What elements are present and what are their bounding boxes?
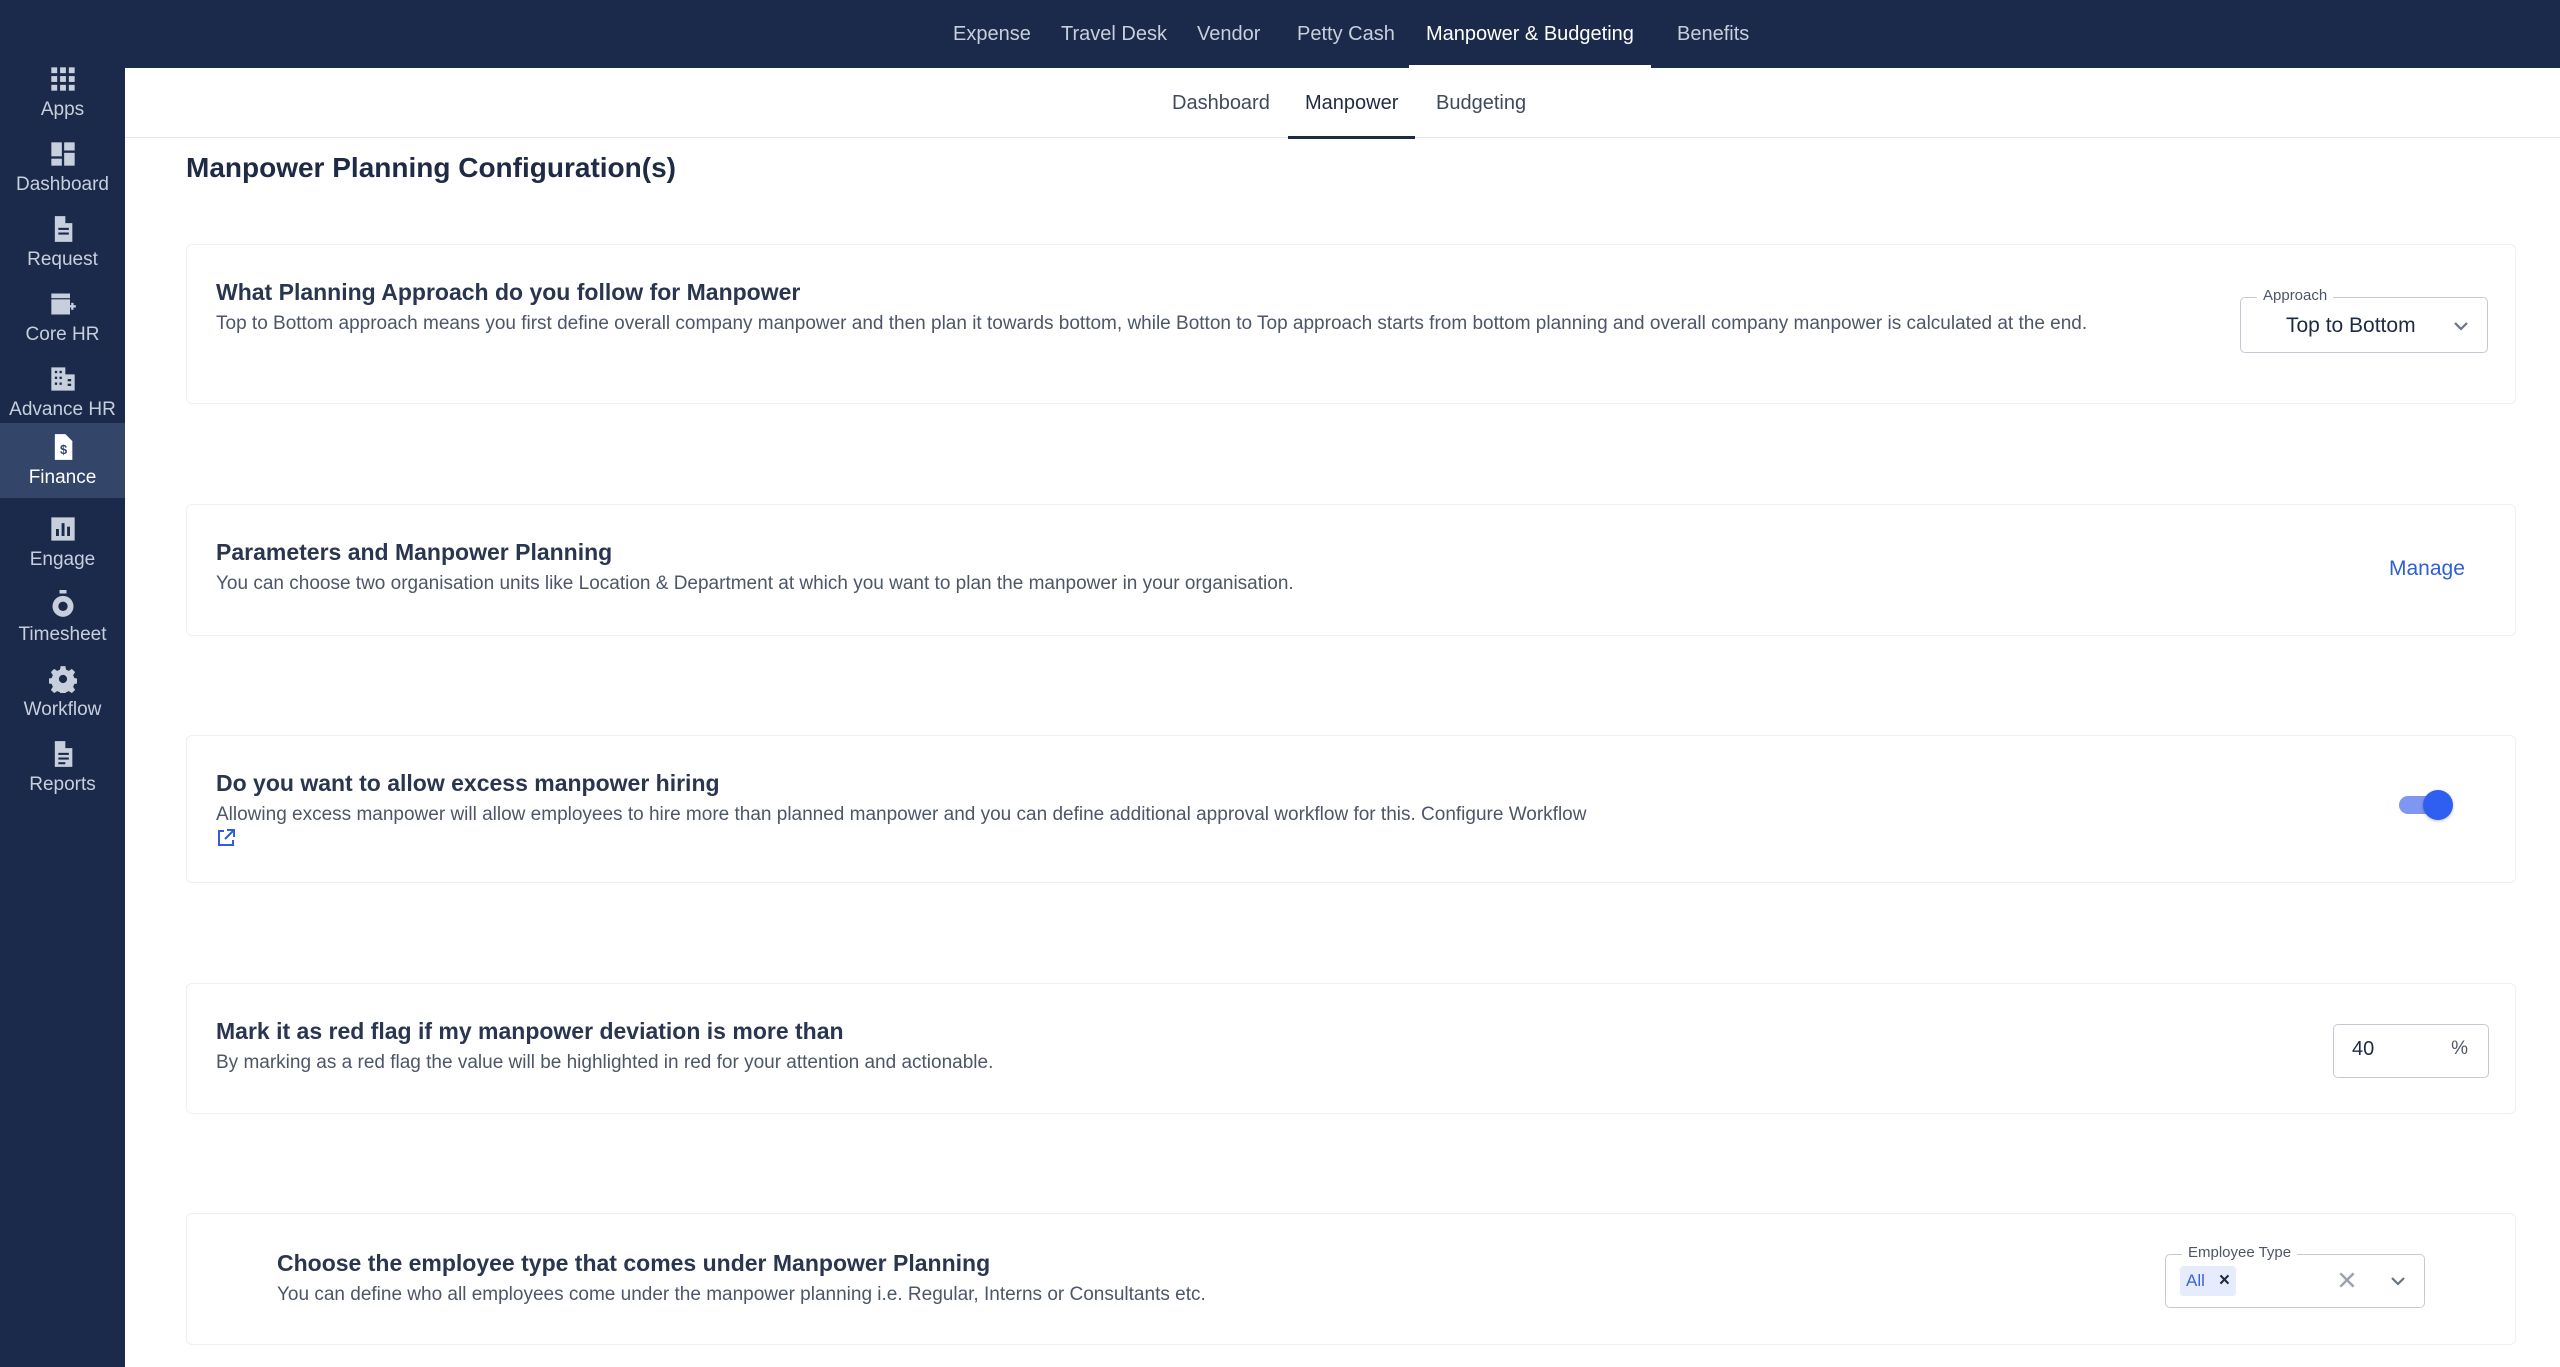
chevron-down-icon[interactable] <box>2388 1271 2408 1296</box>
approach-card: What Planning Approach do you follow for… <box>186 244 2516 404</box>
sidebar-item-core-hr[interactable]: Core HR <box>0 280 125 355</box>
tab-petty-cash[interactable]: Petty Cash <box>1297 0 1395 68</box>
excess-hiring-description: Allowing excess manpower will allow empl… <box>216 804 1587 825</box>
tab-expense[interactable]: Expense <box>953 0 1031 68</box>
page-title: Manpower Planning Configuration(s) <box>186 152 676 183</box>
parameters-card: Parameters and Manpower Planning You can… <box>186 504 2516 636</box>
gear-icon <box>48 664 78 694</box>
deviation-percent-input[interactable]: 40 % <box>2333 1024 2489 1078</box>
subtab-manpower[interactable]: Manpower <box>1287 68 1416 139</box>
excess-hiring-toggle[interactable] <box>2397 789 2453 820</box>
employee-type-select-label: Employee Type <box>2182 1244 2298 1261</box>
deviation-value: 40 <box>2352 1038 2375 1060</box>
sidebar-item-label: Core HR <box>25 324 100 345</box>
sidebar-item-label: Timesheet <box>18 624 107 645</box>
sidebar-item-label: Advance HR <box>9 399 116 420</box>
tab-travel-desk[interactable]: Travel Desk <box>1061 0 1167 68</box>
bar-chart-icon <box>48 514 78 544</box>
tab-benefits[interactable]: Benefits <box>1677 0 1749 68</box>
building-icon <box>48 364 78 394</box>
approach-select-value: Top to Bottom <box>2286 314 2416 337</box>
top-nav: Expense Travel Desk Vendor Petty Cash Ma… <box>125 0 2560 68</box>
sidebar-item-label: Reports <box>29 774 96 795</box>
store-icon <box>48 289 78 319</box>
sidebar-item-advance-hr[interactable]: Advance HR <box>0 355 125 430</box>
sidebar-item-engage[interactable]: Engage <box>0 505 125 580</box>
apps-grid-icon <box>48 64 78 94</box>
sub-nav: Dashboard Manpower Budgeting <box>125 68 2560 139</box>
excess-hiring-card: Do you want to allow excess manpower hir… <box>186 735 2516 883</box>
dashboard-icon <box>48 139 78 169</box>
sidebar-item-reports[interactable]: Reports <box>0 730 125 805</box>
approach-title: What Planning Approach do you follow for… <box>216 279 801 305</box>
deviation-unit: % <box>2451 1038 2468 1059</box>
employee-type-chip: All × <box>2180 1266 2237 1296</box>
employee-type-select[interactable]: Employee Type All × <box>2165 1244 2425 1308</box>
red-flag-description: By marking as a red flag the value will … <box>216 1052 994 1073</box>
sidebar-item-finance[interactable]: $ Finance <box>0 423 125 498</box>
tab-vendor[interactable]: Vendor <box>1197 0 1260 68</box>
subtab-dashboard[interactable]: Dashboard <box>1172 68 1270 138</box>
sidebar-item-apps[interactable]: Apps <box>0 55 125 130</box>
parameters-description: You can choose two organisation units li… <box>216 573 1294 594</box>
sidebar-item-label: Finance <box>28 467 97 488</box>
sidebar-item-label: Request <box>27 249 98 270</box>
approach-select-label: Approach <box>2257 287 2334 304</box>
parameters-title: Parameters and Manpower Planning <box>216 539 613 565</box>
clear-icon[interactable] <box>2336 1269 2358 1291</box>
sidebar: Apps Dashboard Request Core HR Advance H… <box>0 0 125 1367</box>
excess-hiring-title: Do you want to allow excess manpower hir… <box>216 770 720 796</box>
subtab-budgeting[interactable]: Budgeting <box>1436 68 1526 138</box>
document-icon <box>48 214 78 244</box>
toggle-knob <box>2423 790 2453 820</box>
approach-select[interactable]: Approach Top to Bottom <box>2240 287 2488 353</box>
sidebar-item-timesheet[interactable]: Timesheet <box>0 580 125 655</box>
sidebar-item-dashboard[interactable]: Dashboard <box>0 130 125 205</box>
tab-manpower-budgeting[interactable]: Manpower & Budgeting <box>1409 0 1651 68</box>
red-flag-card: Mark it as red flag if my manpower devia… <box>186 983 2516 1114</box>
svg-text:$: $ <box>60 442 67 457</box>
sidebar-item-label: Engage <box>29 549 96 570</box>
employee-type-card: Choose the employee type that comes unde… <box>186 1213 2516 1345</box>
chevron-down-icon <box>2451 316 2471 341</box>
finance-file-icon: $ <box>48 432 78 462</box>
external-link-icon[interactable] <box>216 828 236 848</box>
sidebar-item-label: Workflow <box>23 699 102 720</box>
employee-type-title: Choose the employee type that comes unde… <box>277 1250 991 1276</box>
red-flag-title: Mark it as red flag if my manpower devia… <box>216 1018 844 1044</box>
sidebar-item-label: Dashboard <box>16 174 109 195</box>
approach-description: Top to Bottom approach means you first d… <box>216 313 2088 334</box>
manage-link[interactable]: Manage <box>2389 557 2465 581</box>
employee-type-description: You can define who all employees come un… <box>277 1284 1206 1305</box>
sidebar-item-workflow[interactable]: Workflow <box>0 655 125 730</box>
chip-remove-icon[interactable]: × <box>2219 1270 2230 1292</box>
sidebar-item-label: Apps <box>40 99 85 120</box>
chip-label: All <box>2186 1271 2205 1290</box>
report-icon <box>48 739 78 769</box>
stopwatch-icon <box>48 589 78 619</box>
sidebar-item-request[interactable]: Request <box>0 205 125 280</box>
